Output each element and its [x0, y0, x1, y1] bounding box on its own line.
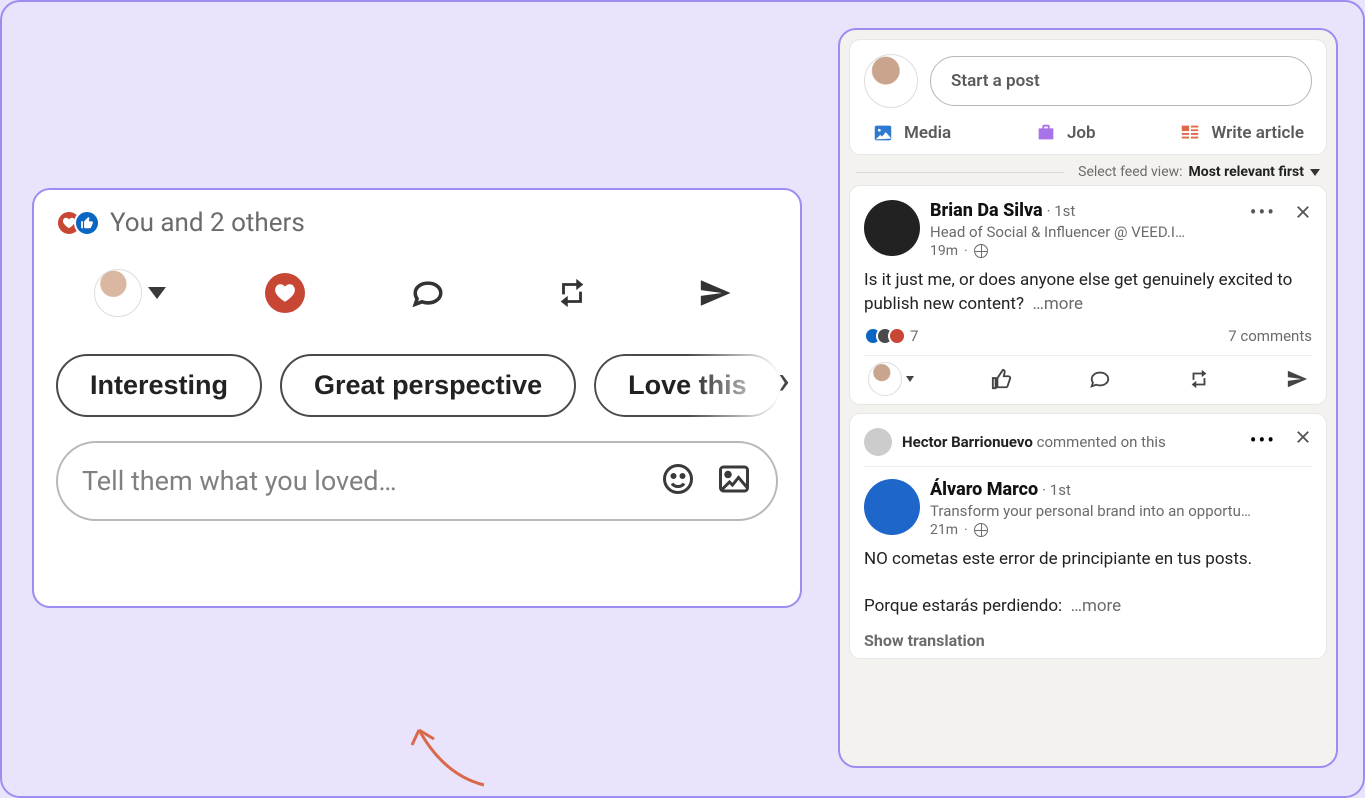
suggestion-chip[interactable]: Love this	[594, 354, 781, 417]
start-post-button[interactable]: Start a post	[930, 56, 1312, 106]
comment-compose[interactable]: Tell them what you loved…	[56, 441, 778, 521]
media-icon	[872, 122, 894, 144]
avatar[interactable]	[864, 54, 918, 108]
image-icon[interactable]	[716, 461, 752, 501]
comment-button[interactable]	[1089, 368, 1111, 390]
feed-filter-label: Select feed view:	[1078, 164, 1182, 180]
feed-filter[interactable]: Select feed view: Most relevant first	[840, 164, 1336, 186]
reaction-icons	[56, 210, 100, 236]
comment-button[interactable]	[403, 268, 453, 318]
like-icon	[74, 210, 100, 236]
send-button[interactable]	[690, 268, 740, 318]
post-header: Brian Da Silva · 1st Head of Social & In…	[864, 200, 1312, 259]
suggestion-chip[interactable]: Great perspective	[280, 354, 576, 417]
comments-link[interactable]: 7 comments	[1228, 327, 1312, 345]
job-icon	[1035, 122, 1057, 144]
avatar	[94, 269, 142, 317]
engagement-panel: You and 2 others Interesting Great persp…	[32, 188, 802, 608]
commented-bar: Hector Barrionuevo commented on this •••	[864, 428, 1312, 467]
repost-button[interactable]	[1188, 368, 1210, 390]
post-body: Is it just me, or does anyone else get g…	[864, 269, 1312, 317]
post-body: NO cometas este error de principiante en…	[864, 548, 1312, 619]
media-button[interactable]: Media	[872, 122, 951, 144]
commented-text: commented on this	[1037, 433, 1166, 451]
see-more-link[interactable]: …more	[1032, 294, 1083, 314]
post-author[interactable]: Brian Da Silva	[930, 200, 1043, 221]
avatar	[868, 362, 902, 396]
action-row	[34, 238, 800, 328]
love-icon	[265, 273, 305, 313]
start-post-label: Start a post	[951, 71, 1040, 91]
post-author[interactable]: Álvaro Marco	[930, 479, 1038, 500]
job-label: Job	[1067, 123, 1096, 143]
connection-degree: 1st	[1054, 202, 1075, 220]
job-button[interactable]: Job	[1035, 122, 1096, 144]
suggestion-chip[interactable]: Interesting	[56, 354, 262, 417]
suggestion-row: Interesting Great perspective Love this …	[34, 328, 800, 417]
post-header: Álvaro Marco · 1st Transform your person…	[864, 479, 1312, 538]
identity-dropdown[interactable]	[868, 362, 914, 396]
post-card: Hector Barrionuevo commented on this •••…	[850, 414, 1326, 658]
love-button[interactable]	[260, 268, 310, 318]
chevron-down-icon	[906, 376, 914, 382]
send-button[interactable]	[1286, 368, 1308, 390]
dismiss-button[interactable]	[1294, 428, 1312, 452]
article-label: Write article	[1211, 123, 1304, 143]
chevron-right-icon[interactable]: ›	[778, 356, 790, 403]
globe-icon	[974, 244, 988, 258]
repost-button[interactable]	[547, 268, 597, 318]
see-more-link[interactable]: …more	[1071, 596, 1122, 616]
post-byline: Head of Social & Influencer @ VEED.I…	[930, 223, 1185, 241]
post-card: Brian Da Silva · 1st Head of Social & In…	[850, 186, 1326, 404]
feed-panel: Start a post Media Job Write article	[838, 28, 1338, 768]
divider	[856, 172, 1064, 173]
like-button[interactable]	[991, 368, 1013, 390]
more-menu-button[interactable]: •••	[1250, 428, 1276, 452]
composer-card: Start a post Media Job Write article	[850, 40, 1326, 154]
annotation-arrow	[384, 715, 504, 795]
article-icon	[1179, 122, 1201, 144]
post-timestamp: 21m ·	[930, 522, 1251, 538]
post-timestamp: 19m ·	[930, 243, 1185, 259]
avatar[interactable]	[864, 479, 920, 535]
post-actions	[864, 355, 1312, 396]
connection-degree: 1st	[1050, 481, 1071, 499]
reactions-text: You and 2 others	[110, 208, 305, 238]
reactions-count[interactable]: 7	[864, 327, 918, 345]
globe-icon	[974, 523, 988, 537]
avatar[interactable]	[864, 200, 920, 256]
more-menu-button[interactable]: •••	[1250, 200, 1276, 224]
avatar[interactable]	[864, 428, 892, 456]
emoji-icon[interactable]	[660, 461, 696, 501]
love-icon	[888, 327, 906, 345]
reactions-summary[interactable]: You and 2 others	[34, 208, 800, 238]
show-translation-link[interactable]: Show translation	[864, 631, 1312, 650]
chevron-down-icon	[148, 287, 166, 299]
chevron-down-icon	[1310, 169, 1320, 176]
compose-placeholder: Tell them what you loved…	[82, 465, 640, 497]
post-byline: Transform your personal brand into an op…	[930, 502, 1251, 520]
dismiss-button[interactable]	[1294, 200, 1312, 224]
write-article-button[interactable]: Write article	[1179, 122, 1304, 144]
commenter-name[interactable]: Hector Barrionuevo	[902, 433, 1033, 451]
feed-filter-value: Most relevant first	[1189, 164, 1304, 180]
post-stats: 7 7 comments	[864, 327, 1312, 345]
media-label: Media	[904, 123, 951, 143]
comment-identity-dropdown[interactable]	[94, 269, 166, 317]
